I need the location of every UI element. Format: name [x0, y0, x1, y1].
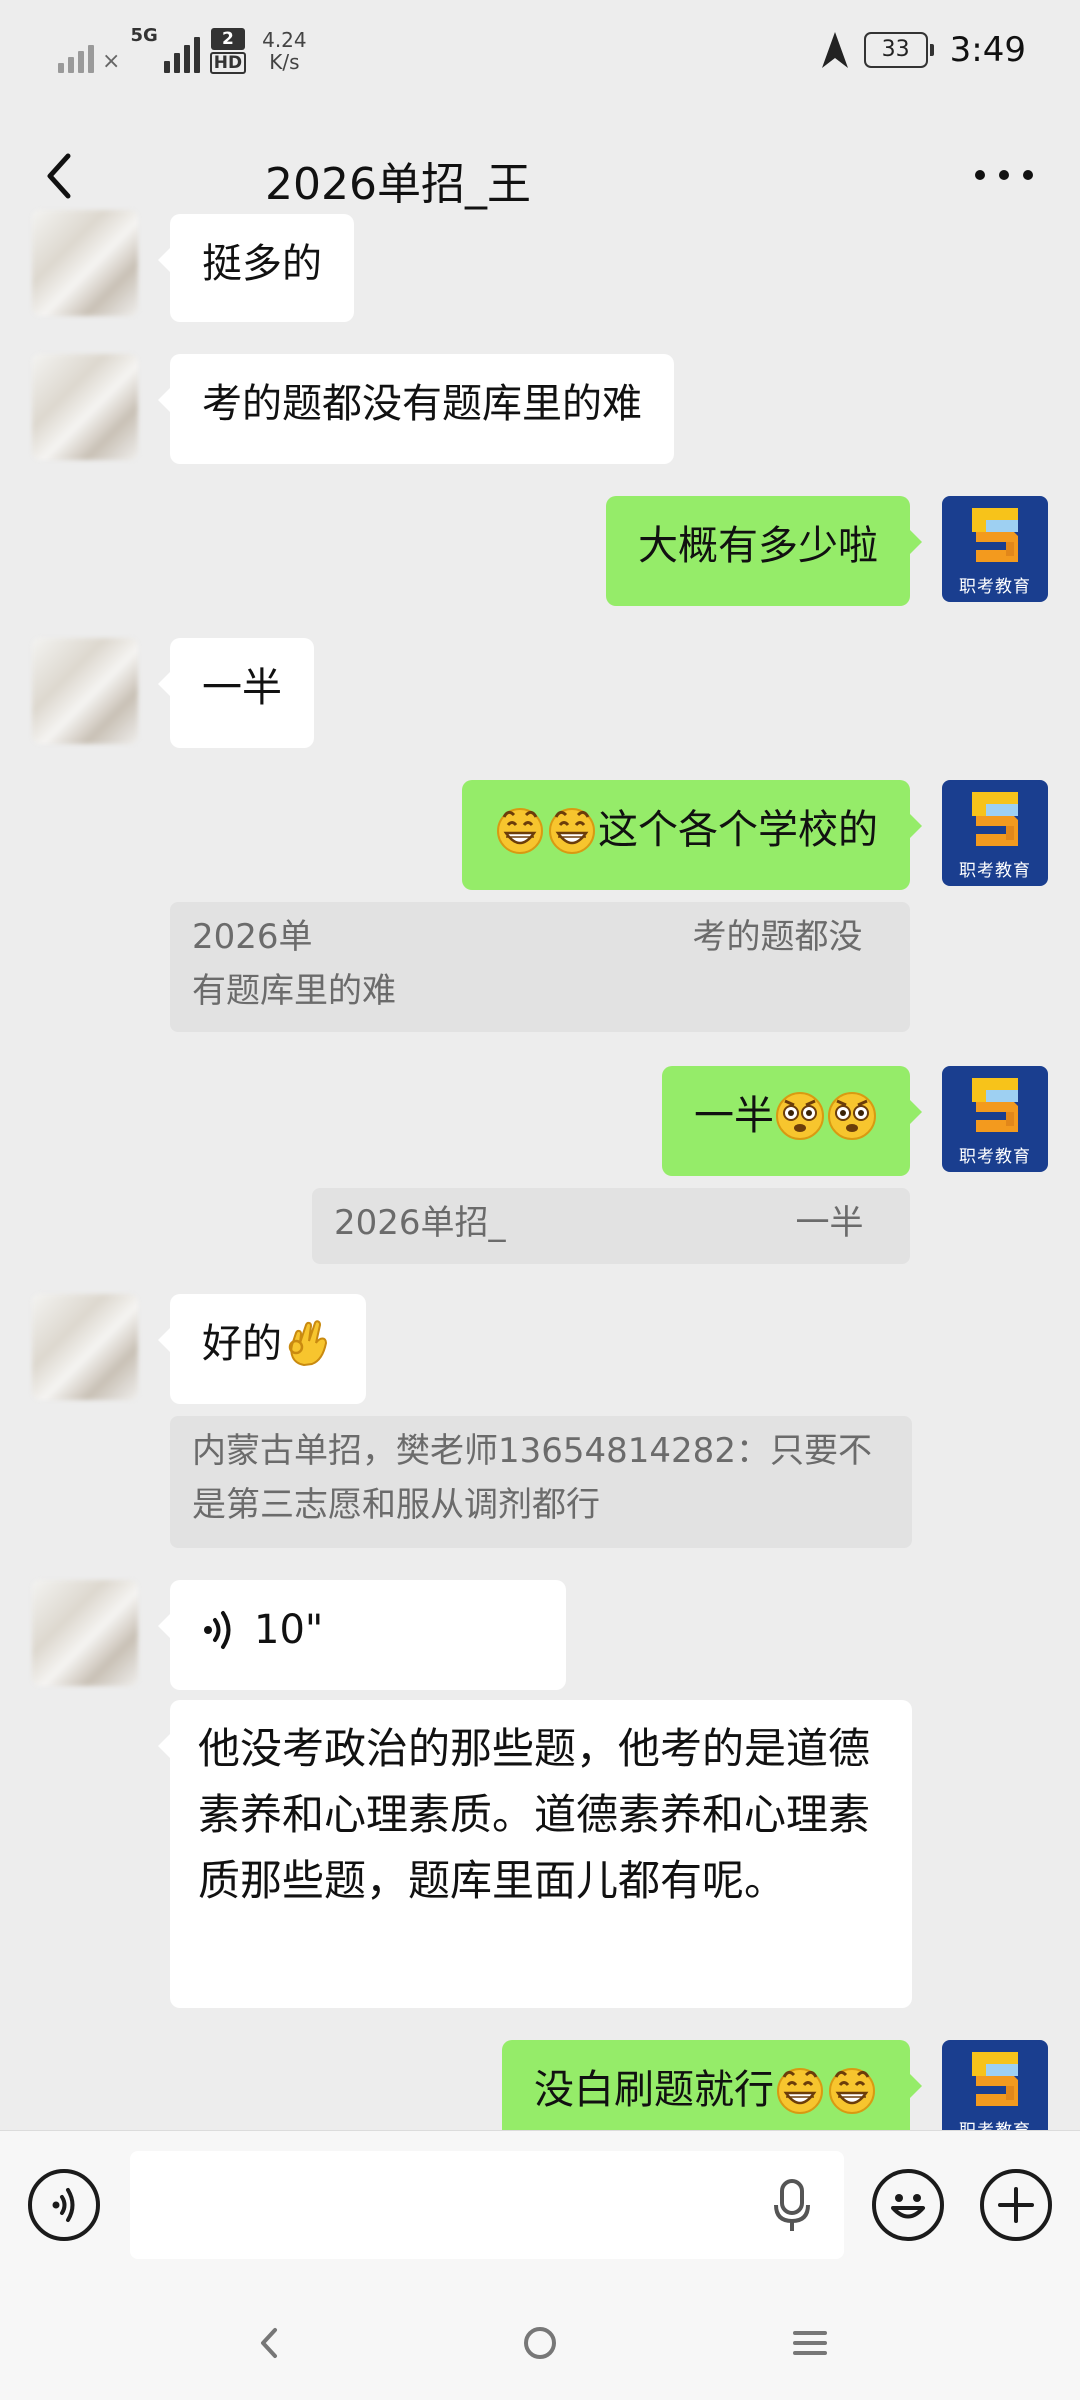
contact-avatar[interactable]: [32, 1580, 138, 1686]
brand-logo-icon: [966, 790, 1024, 852]
chat-header: 2026单招_王: [0, 110, 1080, 240]
nav-back-icon[interactable]: [245, 2318, 295, 2368]
message-bubble-outgoing[interactable]: 这个各个学校的: [462, 780, 922, 890]
grin-emoji-icon: [774, 2063, 826, 2115]
my-avatar[interactable]: 职考教育: [942, 780, 1048, 886]
nav-menu-icon[interactable]: [785, 2318, 835, 2368]
brand-logo-icon: [966, 1076, 1024, 1138]
quoted-message[interactable]: 2026单招_ 一半: [312, 1188, 910, 1264]
message-bubble-outgoing[interactable]: 大概有多少啦: [606, 496, 922, 606]
grin-emoji-icon: [546, 803, 598, 855]
more-dots-icon[interactable]: [968, 150, 1040, 200]
quoted-message[interactable]: 2026单 考的题都没 有题库里的难: [170, 902, 910, 1032]
status-bar: × 5G 2 HD 4.24 K/s 33 3:49: [0, 0, 1080, 110]
message-list[interactable]: 挺多的 考的题都没有题库里的难 大概有多少啦 职考教育 一半 这个各个学校的 职…: [0, 210, 1080, 2150]
message-bubble-incoming[interactable]: 他没考政治的那些题，他考的是道德素养和心理素质。道德素养和心理素质那些题，题库里…: [158, 1700, 912, 2008]
my-avatar[interactable]: 职考教育: [942, 496, 1048, 602]
voice-message-bubble[interactable]: 10": [158, 1580, 566, 1690]
contact-avatar[interactable]: [32, 638, 138, 744]
sim2-hd-badge: 2 HD: [209, 28, 247, 74]
redacted-blur: [312, 918, 693, 959]
message-input[interactable]: [130, 2151, 844, 2259]
flushed-emoji-icon: [774, 1089, 826, 1141]
contact-avatar[interactable]: [32, 354, 138, 460]
chat-title: 2026单招_王: [265, 159, 531, 210]
emoji-icon[interactable]: [872, 2169, 944, 2241]
battery-icon: 33: [863, 32, 934, 68]
no-signal-x-icon: ×: [102, 49, 121, 74]
wechat-chat-screen: × 5G 2 HD 4.24 K/s 33 3:49 2026单招_王 挺多的 …: [0, 0, 1080, 2400]
voice-wave-icon: [204, 1611, 231, 1649]
network-speed: 4.24 K/s: [262, 28, 307, 74]
sim2-signal-icon: [163, 29, 200, 73]
message-bubble-incoming[interactable]: 好的: [158, 1294, 366, 1404]
sim1-signal-icon: [58, 29, 94, 73]
grin-emoji-icon: [494, 803, 546, 855]
brand-logo-icon: [966, 2050, 1024, 2112]
flushed-emoji-icon: [826, 1089, 878, 1141]
contact-avatar[interactable]: [32, 210, 138, 316]
plus-icon[interactable]: [980, 2169, 1052, 2241]
grin-emoji-icon: [826, 2063, 878, 2115]
contact-avatar[interactable]: [32, 1294, 138, 1400]
microphone-icon[interactable]: [770, 2177, 814, 2233]
brand-logo-icon: [966, 506, 1024, 568]
ok-hand-emoji-icon: [282, 1317, 334, 1369]
my-avatar[interactable]: 职考教育: [942, 1066, 1048, 1172]
redacted-blur: [505, 1204, 796, 1245]
message-bubble-incoming[interactable]: 一半: [158, 638, 314, 748]
status-right: 33 3:49: [820, 30, 1026, 70]
system-nav-bar: [0, 2280, 1080, 2400]
message-bubble-outgoing[interactable]: 一半: [662, 1066, 922, 1176]
status-time: 3:49: [949, 30, 1026, 70]
back-chevron-icon[interactable]: [34, 144, 84, 208]
voice-input-icon[interactable]: [28, 2169, 100, 2241]
status-left: × 5G 2 HD 4.24 K/s: [58, 24, 307, 74]
message-bubble-incoming[interactable]: 挺多的: [158, 214, 354, 322]
network-type-label: 5G: [130, 24, 158, 46]
navigation-arrow-icon: [821, 32, 848, 68]
quoted-message[interactable]: 内蒙古单招，樊老师13654814282：只要不是第三志愿和服从调剂都行: [170, 1416, 912, 1548]
input-bar: [0, 2130, 1080, 2281]
nav-home-icon[interactable]: [515, 2318, 565, 2368]
message-bubble-incoming[interactable]: 考的题都没有题库里的难: [158, 354, 674, 464]
voice-duration: 10": [254, 1607, 324, 1653]
